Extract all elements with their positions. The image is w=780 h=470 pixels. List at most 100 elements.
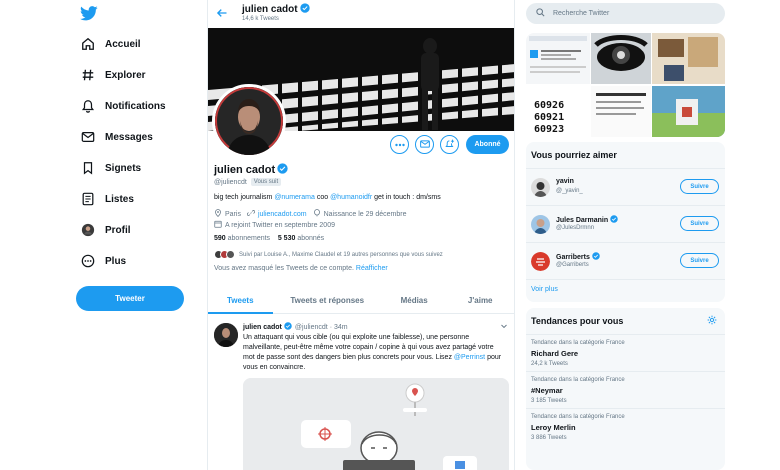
profile-joined-row: A rejoint Twitter en septembre 2009 — [214, 220, 335, 230]
chevron-down-icon[interactable] — [500, 322, 508, 332]
followed-by-row[interactable]: Suivi par Louise A., Maxime Claudel et 1… — [214, 250, 443, 259]
nav-label: Signets — [105, 162, 142, 174]
following-button[interactable]: Abonné — [466, 135, 509, 154]
suggestion-name: Garriberts — [556, 253, 590, 261]
location-pin-icon — [214, 209, 222, 219]
verified-badge-icon — [277, 163, 288, 177]
suggestions-title: Vous pourriez aimer — [526, 142, 725, 169]
twitter-bird-icon[interactable] — [80, 6, 98, 22]
trend-count: 3 886 Tweets — [531, 435, 567, 441]
trend-context: Tendance dans la catégorie France — [531, 340, 625, 346]
bio-mention-link[interactable]: @numerama — [274, 194, 315, 201]
nav-item-listes[interactable]: Listes — [80, 189, 134, 209]
follower-avatar — [226, 250, 235, 259]
bio-text: big tech journalism — [214, 194, 275, 201]
followers-link[interactable]: 5 530 abonnés — [278, 235, 324, 242]
trend-title: #Neymar — [531, 386, 563, 395]
phone-number-text: 60926 — [534, 100, 565, 111]
trend-context: Tendance dans la catégorie France — [531, 377, 625, 383]
profile-handle: @juliencdt — [214, 178, 247, 186]
follow-button[interactable]: Suivre — [680, 253, 719, 268]
home-icon — [80, 36, 96, 52]
verified-badge-icon — [284, 322, 292, 332]
nav-item-explorer[interactable]: Explorer — [80, 65, 146, 85]
nav-item-notifications[interactable]: Notifications — [80, 96, 166, 116]
suggestion-handle: @_yavin_ — [556, 188, 583, 194]
tweet-author-avatar[interactable] — [214, 323, 238, 347]
suggestion-name-row[interactable]: Garriberts — [556, 252, 600, 262]
nav-label: Notifications — [105, 100, 166, 112]
message-button[interactable] — [415, 135, 434, 154]
tab-tweets-replies[interactable]: Tweets et réponses — [273, 288, 382, 313]
follow-button[interactable]: Suivre — [680, 216, 719, 231]
nav-item-accueil[interactable]: Accueil — [80, 34, 141, 54]
tab-likes[interactable]: J'aime — [446, 288, 514, 313]
tweet-header: julien cadot @juliencdt · 34m — [243, 322, 348, 332]
trend-count: 24,2 k Tweets — [531, 361, 568, 367]
tweet-author-name[interactable]: julien cadot — [243, 324, 282, 331]
nav-item-messages[interactable]: Messages — [80, 127, 153, 147]
profile-name-row: julien cadot — [214, 163, 288, 177]
suggestion-avatar[interactable] — [531, 252, 550, 271]
trend-context: Tendance dans la catégorie France — [531, 414, 625, 420]
suggestion-avatar[interactable] — [531, 215, 550, 234]
tweet-item[interactable]: julien cadot @juliencdt · 34m Un attaqua… — [208, 315, 514, 470]
envelope-icon — [80, 129, 96, 145]
suggestion-item[interactable]: Jules Darmanin @JulesDrmnn Suivre — [526, 206, 725, 243]
following-link[interactable]: 590 abonnements — [214, 235, 270, 242]
bio-mention-link[interactable]: @humanoidfr — [330, 194, 372, 201]
trend-item[interactable]: Tendance dans la catégorie France #Neyma… — [526, 372, 725, 409]
search-box[interactable]: Recherche Twitter — [526, 3, 725, 24]
nav-item-plus[interactable]: Plus — [80, 251, 126, 271]
profile-media-grid[interactable]: 60926 60921 60923 — [526, 33, 725, 137]
suggestion-avatar[interactable] — [531, 178, 550, 197]
back-arrow-icon[interactable] — [216, 7, 228, 21]
calendar-icon — [214, 220, 222, 230]
verified-badge-icon — [299, 3, 310, 16]
profile-website-link[interactable]: juliencadot.com — [258, 211, 307, 218]
more-options-button[interactable] — [390, 135, 409, 154]
gear-icon[interactable] — [707, 315, 717, 327]
follow-button[interactable]: Suivre — [680, 179, 719, 194]
see-more-link[interactable]: Voir plus — [526, 280, 725, 299]
nav-label: Profil — [105, 224, 131, 236]
tweet-timestamp[interactable]: · 34m — [330, 324, 348, 331]
profile-header-bar: julien cadot 14,6 k Tweets — [208, 0, 514, 28]
trend-item[interactable]: Tendance dans la catégorie France Richar… — [526, 335, 725, 372]
bio-text: coo — [314, 194, 331, 201]
balloon-icon — [313, 209, 321, 219]
muted-notice-text: Vous avez masqué les Tweets de ce compte… — [214, 265, 354, 272]
trends-panel: Tendances pour vous Tendance dans la cat… — [526, 308, 725, 470]
tweet-mention-link[interactable]: @Perrinst — [454, 354, 485, 361]
bell-plus-icon — [444, 139, 455, 151]
tweet-button[interactable]: Tweeter — [76, 286, 184, 311]
profile-handle-row: @juliencdt Vous suit — [214, 178, 282, 186]
nav-label: Explorer — [105, 69, 146, 81]
suggestion-name[interactable]: yavin — [556, 178, 574, 185]
tweet-author-handle: @juliencdt — [294, 323, 328, 331]
following-label: abonnements — [227, 235, 271, 242]
suggestion-name-row[interactable]: Jules Darmanin — [556, 215, 618, 225]
nav-item-signets[interactable]: Signets — [80, 158, 141, 178]
profile-tabs: Tweets Tweets et réponses Médias J'aime — [208, 288, 514, 314]
trend-item[interactable]: Tendance dans la catégorie France Leroy … — [526, 409, 725, 445]
search-input[interactable]: Recherche Twitter — [553, 10, 609, 17]
unmute-link[interactable]: Réafficher — [356, 265, 388, 272]
profile-birthdate: Naissance le 29 décembre — [323, 210, 407, 218]
list-icon — [80, 191, 96, 207]
nav-item-profil[interactable]: Profil — [80, 220, 131, 240]
suggestion-handle: @Garriberts — [556, 262, 589, 268]
profile-avatar[interactable] — [212, 84, 286, 158]
avatar-icon — [80, 222, 96, 238]
tab-tweets[interactable]: Tweets — [208, 288, 273, 314]
suggestion-name: Jules Darmanin — [556, 216, 609, 224]
notifications-toggle-button[interactable] — [440, 135, 459, 154]
followers-label: abonnés — [297, 235, 325, 242]
bio-text: get in touch : dm/sms — [372, 194, 441, 201]
tab-media[interactable]: Médias — [382, 288, 447, 313]
suggestion-item[interactable]: yavin @_yavin_ Suivre — [526, 169, 725, 206]
suggestion-handle: @JulesDrmnn — [556, 225, 595, 231]
trend-count: 3 185 Tweets — [531, 398, 567, 404]
tweet-media-illustration[interactable] — [243, 378, 509, 470]
suggestion-item[interactable]: Garriberts @Garriberts Suivre — [526, 243, 725, 280]
